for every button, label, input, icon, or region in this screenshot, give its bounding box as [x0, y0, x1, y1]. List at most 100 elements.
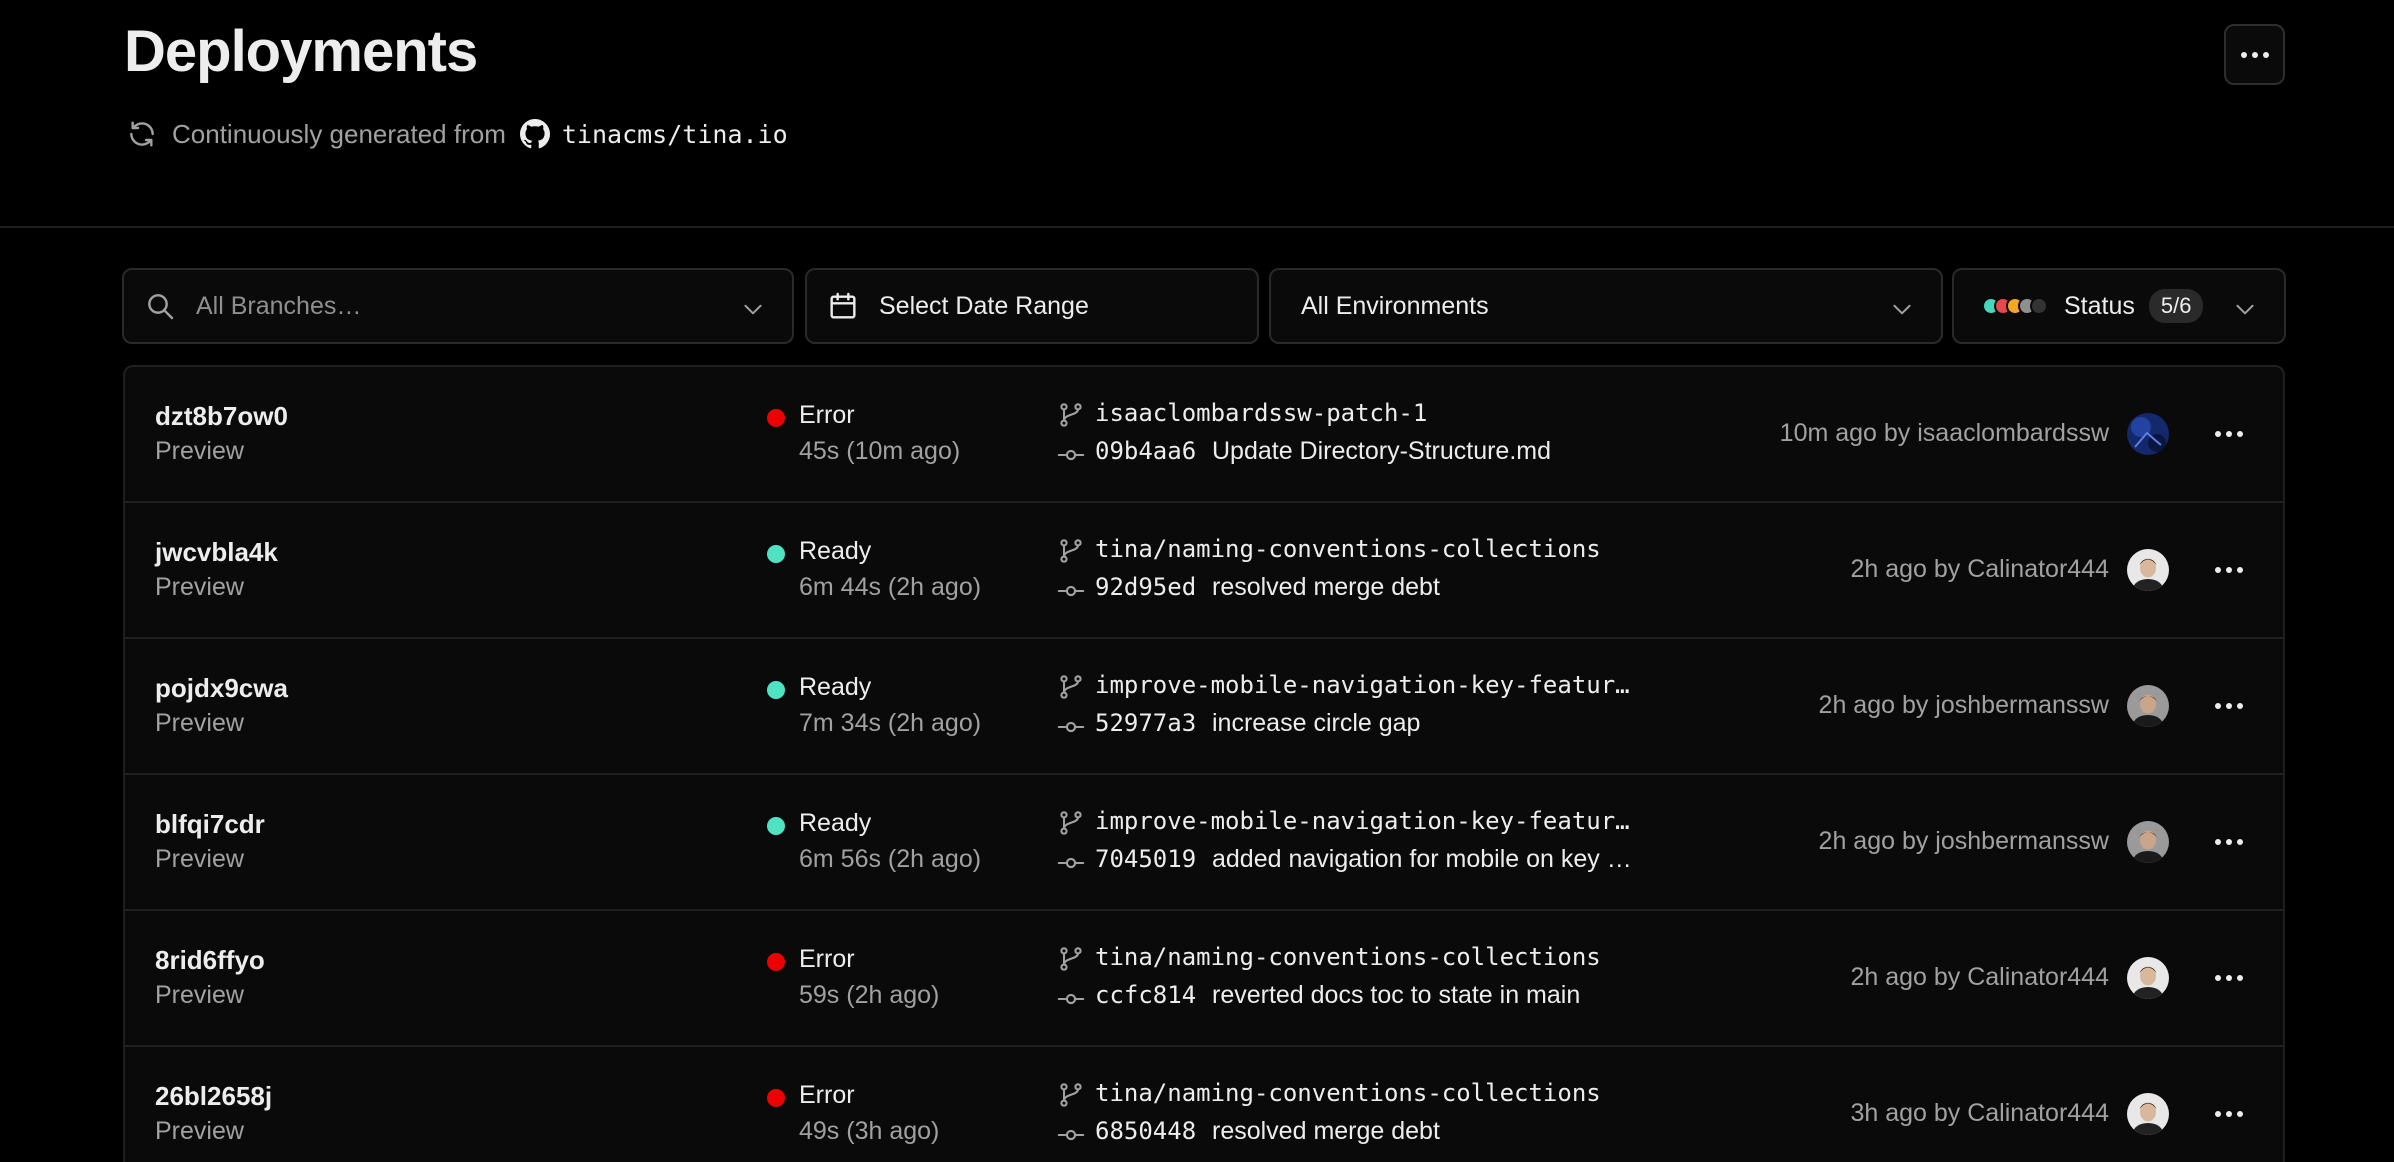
branch-name[interactable]: tina/naming-conventions-collections: [1095, 943, 1601, 971]
branch-search-input[interactable]: All Branches…: [122, 268, 794, 344]
deployment-id[interactable]: blfqi7cdr: [155, 809, 265, 840]
more-dot: [2226, 567, 2232, 573]
status-label: Ready: [799, 673, 872, 701]
branch-name[interactable]: improve-mobile-navigation-key-featur…: [1095, 807, 1630, 835]
more-dot: [2226, 431, 2232, 437]
deployment-environment: Preview: [155, 845, 244, 873]
page-title: Deployments: [124, 19, 478, 84]
status-indicator: [767, 953, 785, 971]
avatar[interactable]: [2127, 1093, 2169, 1135]
branch-search-placeholder: All Branches…: [196, 291, 362, 320]
status-indicator: [767, 409, 785, 427]
status-label: Ready: [799, 537, 872, 565]
build-duration: 6m 44s (2h ago): [799, 573, 982, 601]
status-indicator: [767, 817, 785, 835]
more-dot: [2226, 975, 2232, 981]
row-more-button[interactable]: [2209, 1099, 2249, 1129]
more-dot: [2226, 1111, 2232, 1117]
deployment-meta: 2h ago by Calinator444: [1850, 555, 2109, 583]
deployment-id[interactable]: 8rid6ffyo: [155, 945, 265, 976]
commit-hash[interactable]: 6850448: [1095, 1117, 1196, 1145]
git-commit-icon: [1057, 721, 1085, 733]
git-branch-icon: [1060, 811, 1082, 835]
deployment-environment: Preview: [155, 573, 244, 601]
more-dot: [2237, 839, 2243, 845]
more-dot: [2237, 431, 2243, 437]
page-more-button[interactable]: [2224, 24, 2285, 85]
deployment-row[interactable]: jwcvbla4k Preview Ready 6m 44s (2h ago) …: [125, 503, 2283, 639]
deployment-id[interactable]: 26bl2658j: [155, 1081, 272, 1112]
branch-name[interactable]: tina/naming-conventions-collections: [1095, 535, 1601, 563]
deployment-environment: Preview: [155, 981, 244, 1009]
status-count-badge: 5/6: [2148, 289, 2204, 323]
build-duration: 45s (10m ago): [799, 437, 961, 465]
more-dot: [2237, 703, 2243, 709]
git-commit-icon: [1057, 585, 1085, 597]
sync-icon: [130, 121, 154, 147]
deployment-id[interactable]: dzt8b7ow0: [155, 401, 288, 432]
git-branch-icon: [1060, 947, 1082, 971]
deployment-environment: Preview: [155, 709, 244, 737]
more-dot: [2215, 1111, 2221, 1117]
status-indicator: [767, 1089, 785, 1107]
avatar[interactable]: [2127, 549, 2169, 591]
more-dot: [2215, 431, 2221, 437]
deployment-environment: Preview: [155, 1117, 244, 1145]
branch-name[interactable]: improve-mobile-navigation-key-featur…: [1095, 671, 1630, 699]
commit-hash[interactable]: 09b4aa6: [1095, 437, 1196, 465]
subtitle-text: Continuously generated from: [172, 118, 506, 149]
git-commit-icon: [1057, 1129, 1085, 1141]
deployment-row[interactable]: blfqi7cdr Preview Ready 6m 56s (2h ago) …: [125, 775, 2283, 911]
date-range-button[interactable]: Select Date Range: [805, 268, 1259, 344]
git-commit-icon: [1057, 449, 1085, 461]
more-dot: [2262, 51, 2269, 58]
calendar-icon: [830, 292, 856, 319]
commit-hash[interactable]: ccfc814: [1095, 981, 1196, 1009]
deployment-id[interactable]: pojdx9cwa: [155, 673, 288, 704]
deployment-row[interactable]: dzt8b7ow0 Preview Error 45s (10m ago) is…: [125, 367, 2283, 503]
git-commit-icon: [1057, 857, 1085, 869]
row-more-button[interactable]: [2209, 691, 2249, 721]
git-commit-icon: [1057, 993, 1085, 1005]
deployment-meta: 2h ago by joshbermanssw: [1818, 691, 2109, 719]
deployment-row[interactable]: pojdx9cwa Preview Ready 7m 34s (2h ago) …: [125, 639, 2283, 775]
branch-name[interactable]: isaaclombardssw-patch-1: [1095, 399, 1427, 427]
build-duration: 6m 56s (2h ago): [799, 845, 982, 873]
build-duration: 49s (3h ago): [799, 1117, 940, 1145]
status-indicator: [767, 681, 785, 699]
commit-message: increase circle gap: [1212, 709, 1421, 737]
more-dot: [2215, 567, 2221, 573]
status-label: Ready: [799, 809, 872, 837]
more-dot: [2237, 567, 2243, 573]
commit-message: reverted docs toc to state in main: [1212, 981, 1581, 1009]
git-branch-icon: [1060, 675, 1082, 699]
commit-hash[interactable]: 92d95ed: [1095, 573, 1196, 601]
repo-link[interactable]: tinacms/tina.io: [562, 120, 788, 149]
avatar[interactable]: [2127, 821, 2169, 863]
row-more-button[interactable]: [2209, 419, 2249, 449]
avatar[interactable]: [2127, 413, 2169, 455]
row-more-button[interactable]: [2209, 555, 2249, 585]
status-select[interactable]: Status 5/6: [1952, 268, 2286, 344]
more-dot: [2215, 975, 2221, 981]
status-dot: [2030, 297, 2048, 315]
git-branch-icon: [1060, 539, 1082, 563]
status-dots-icon: [1982, 297, 2052, 315]
row-more-button[interactable]: [2209, 827, 2249, 857]
more-dot: [2251, 51, 2258, 58]
branch-name[interactable]: tina/naming-conventions-collections: [1095, 1079, 1601, 1107]
deployment-id[interactable]: jwcvbla4k: [155, 537, 278, 568]
more-dot: [2226, 839, 2232, 845]
filter-bar: All Branches… Select Date Range All Envi…: [122, 268, 2286, 344]
github-icon: [519, 119, 550, 149]
avatar[interactable]: [2127, 685, 2169, 727]
status-label: Error: [799, 945, 855, 973]
avatar[interactable]: [2127, 957, 2169, 999]
deployment-row[interactable]: 8rid6ffyo Preview Error 59s (2h ago) tin…: [125, 911, 2283, 1047]
commit-hash[interactable]: 7045019: [1095, 845, 1196, 873]
row-more-button[interactable]: [2209, 963, 2249, 993]
commit-message: added navigation for mobile on key …: [1212, 845, 1632, 873]
environment-select[interactable]: All Environments: [1269, 268, 1943, 344]
commit-hash[interactable]: 52977a3: [1095, 709, 1196, 737]
deployment-row[interactable]: 26bl2658j Preview Error 49s (3h ago) tin…: [125, 1047, 2283, 1162]
